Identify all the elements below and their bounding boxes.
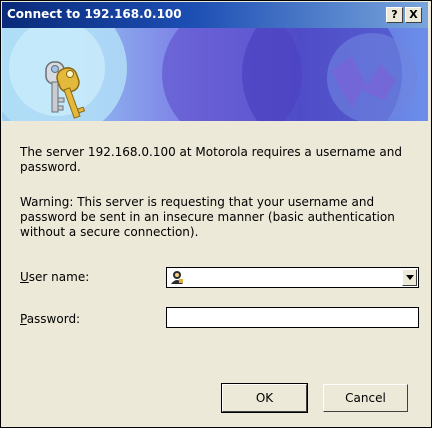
cancel-button[interactable]: Cancel [323,384,408,412]
username-dropdown-button[interactable] [402,269,417,286]
password-label: Password: [20,312,80,326]
banner-art [2,28,417,121]
ok-button[interactable]: OK [221,383,308,413]
title-bar: Connect to 192.168.0.100 ? X [2,2,428,28]
header-banner [2,28,428,121]
password-label-text: assword: [26,312,81,326]
server-message: The server 192.168.0.100 at Motorola req… [20,145,402,174]
security-warning: Warning: This server is requesting that … [20,195,395,239]
chevron-down-icon [406,275,414,280]
user-icon [171,271,183,284]
window-title: Connect to 192.168.0.100 [7,7,182,21]
close-button[interactable]: X [405,7,422,23]
username-label: User name: [20,270,89,284]
username-label-accesskey: U [20,270,29,284]
password-field[interactable] [166,307,419,328]
username-label-text: ser name: [28,270,90,284]
login-dialog: Connect to 192.168.0.100 ? X The server … [0,0,432,428]
dialog-body: The server 192.168.0.100 at Motorola req… [1,121,431,427]
help-button[interactable]: ? [386,7,403,23]
username-combobox[interactable] [166,267,419,288]
password-label-accesskey: P [20,312,27,326]
